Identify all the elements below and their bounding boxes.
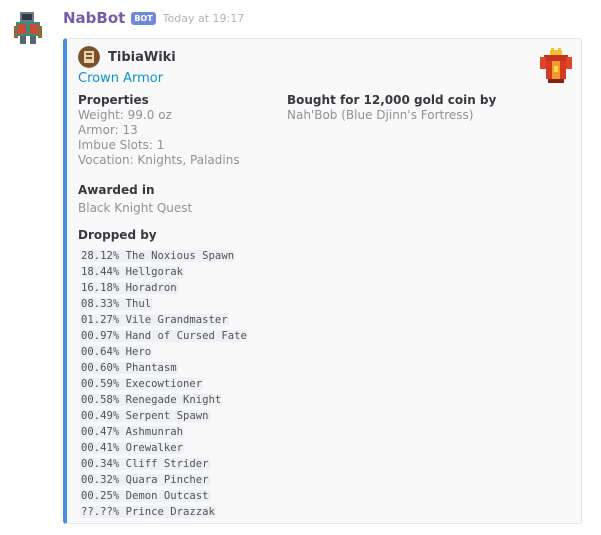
drop-row: 00.60% Phantasm bbox=[80, 360, 248, 376]
drop-entry: 00.25% Demon Outcast bbox=[80, 490, 210, 502]
drop-entry: 00.34% Cliff Strider bbox=[80, 458, 210, 470]
field-value: Black Knight Quest bbox=[78, 201, 193, 215]
field-value: Nah'Bob (Blue Djinn's Fortress) bbox=[287, 108, 474, 122]
field-value: Weight: 99.0 oz Armor: 13 Imbue Slots: 1… bbox=[78, 108, 240, 167]
drop-row: 18.44% Hellgorak bbox=[80, 264, 248, 280]
timestamp: Today at 19:17 bbox=[162, 11, 245, 25]
drop-row: 00.58% Renegade Knight bbox=[80, 392, 248, 408]
crown-armor-icon bbox=[538, 48, 574, 84]
field-name: Properties bbox=[78, 93, 149, 107]
drop-row: 00.59% Execowtioner bbox=[80, 376, 248, 392]
drop-list: 28.12% The Noxious Spawn 18.44% Hellgora… bbox=[80, 248, 248, 520]
message-header: NabBot BOT Today at 19:17 bbox=[63, 9, 244, 27]
drop-entry: 01.27% Vile Grandmaster bbox=[80, 314, 229, 326]
drop-entry: 16.18% Horadron bbox=[80, 282, 178, 294]
bought-field: Bought for 12,000 gold coin by Nah'Bob (… bbox=[287, 92, 496, 123]
drop-row: 00.41% Orewalker bbox=[80, 440, 248, 456]
awarded-field: Awarded in Black Knight Quest bbox=[78, 182, 192, 216]
drop-row: 01.27% Vile Grandmaster bbox=[80, 312, 248, 328]
drop-row: 00.34% Cliff Strider bbox=[80, 456, 248, 472]
drop-entry: 00.58% Renegade Knight bbox=[80, 394, 223, 406]
embed-title-link[interactable]: Crown Armor bbox=[78, 71, 163, 86]
knight-sprite-icon bbox=[8, 8, 48, 48]
field-name: Dropped by bbox=[78, 228, 157, 242]
drop-row: ??.??% Prince Drazzak bbox=[80, 504, 248, 520]
drop-entry: 00.97% Hand of Cursed Fate bbox=[80, 330, 248, 342]
item-embed: TibiaWiki Crown Armor Properties Weight:… bbox=[63, 38, 582, 524]
drop-entry: ??.??% Prince Drazzak bbox=[80, 506, 216, 518]
drop-row: 00.47% Ashmunrah bbox=[80, 424, 248, 440]
drop-entry: 18.44% Hellgorak bbox=[80, 266, 185, 278]
properties-field: Properties Weight: 99.0 oz Armor: 13 Imb… bbox=[78, 92, 240, 168]
field-name: Bought for 12,000 gold coin by bbox=[287, 93, 497, 107]
drop-entry: 00.59% Execowtioner bbox=[80, 378, 204, 390]
drop-entry: 08.33% Thul bbox=[80, 298, 153, 310]
drop-row: 00.97% Hand of Cursed Fate bbox=[80, 328, 248, 344]
drop-row: 00.25% Demon Outcast bbox=[80, 488, 248, 504]
drop-entry: 00.49% Serpent Spawn bbox=[80, 410, 210, 422]
drop-entry: 28.12% The Noxious Spawn bbox=[80, 250, 236, 262]
bot-avatar[interactable] bbox=[8, 8, 48, 48]
drop-row: 16.18% Horadron bbox=[80, 280, 248, 296]
drop-row: 00.49% Serpent Spawn bbox=[80, 408, 248, 424]
author-name[interactable]: TibiaWiki bbox=[108, 50, 176, 65]
username[interactable]: NabBot bbox=[63, 9, 125, 27]
drop-entry: 00.60% Phantasm bbox=[80, 362, 178, 374]
drop-row: 08.33% Thul bbox=[80, 296, 248, 312]
drop-entry: 00.41% Orewalker bbox=[80, 442, 185, 454]
drop-row: 28.12% The Noxious Spawn bbox=[80, 248, 248, 264]
drop-entry: 00.47% Ashmunrah bbox=[80, 426, 185, 438]
embed-author: TibiaWiki bbox=[78, 46, 176, 68]
tibiawiki-logo-icon bbox=[78, 46, 100, 68]
drop-row: 00.32% Quara Pincher bbox=[80, 472, 248, 488]
drop-entry: 00.32% Quara Pincher bbox=[80, 474, 210, 486]
drop-row: 00.64% Hero bbox=[80, 344, 248, 360]
field-name: Awarded in bbox=[78, 183, 155, 197]
bot-tag: BOT bbox=[131, 11, 156, 25]
drop-entry: 00.64% Hero bbox=[80, 346, 153, 358]
dropped-field: Dropped by bbox=[78, 227, 157, 243]
